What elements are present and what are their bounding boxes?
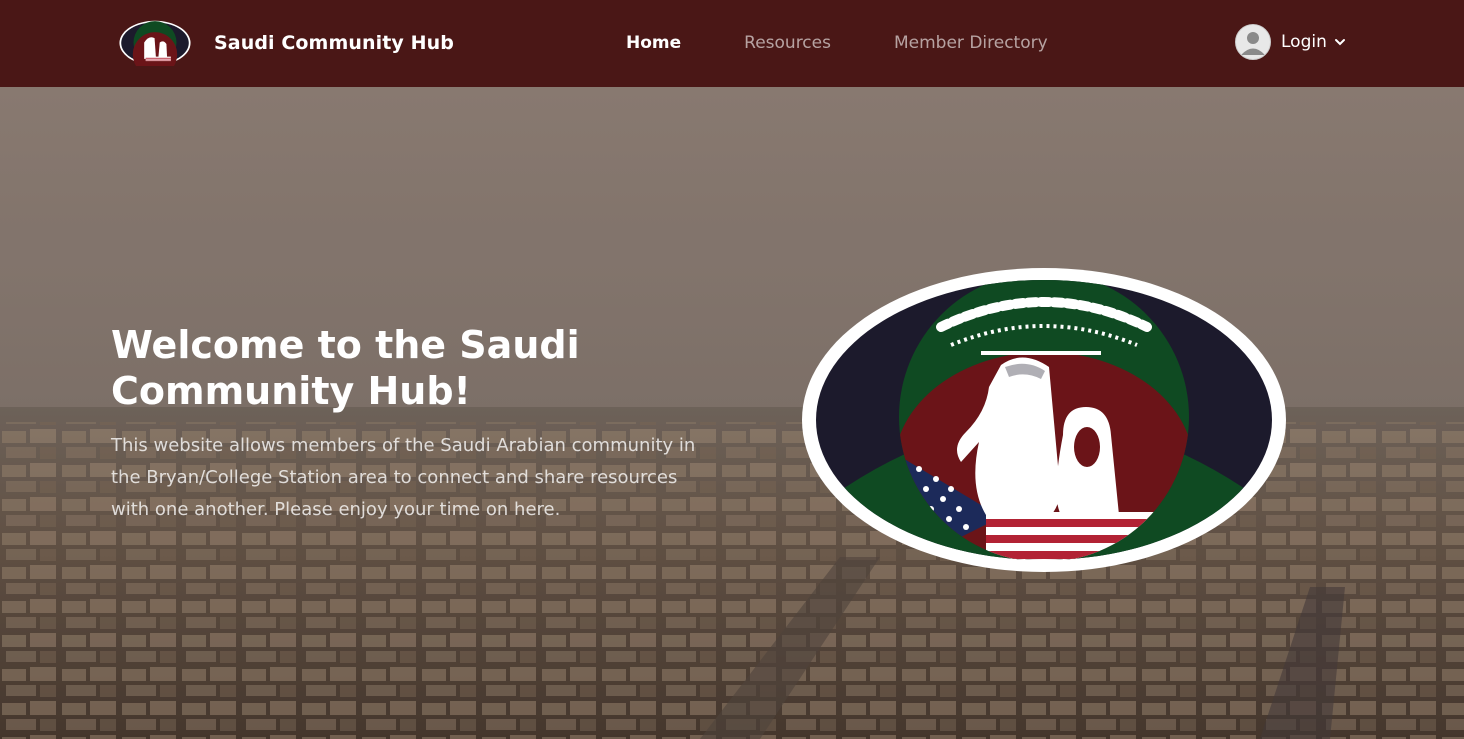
chevron-down-icon [1334,39,1345,46]
hero-title: Welcome to the Saudi Community Hub! [111,323,580,413]
community-emblem-icon [802,268,1286,572]
nav-resources-link[interactable]: Resources [744,33,831,53]
login-label: Login [1281,32,1327,52]
login-dropdown[interactable]: Login [1235,24,1346,60]
hero-text-block: Welcome to the Saudi Community Hub! This… [111,322,711,526]
top-navbar: Saudi Community Hub Home Resources Membe… [0,0,1464,87]
nav-member-directory-link[interactable]: Member Directory [894,33,1048,53]
brand-link[interactable]: Saudi Community Hub [119,19,454,67]
hero-description: This website allows members of the Saudi… [111,435,696,520]
community-logo-icon [119,20,191,66]
user-avatar-icon [1235,24,1271,60]
brand-name: Saudi Community Hub [214,32,454,54]
main-nav: Home Resources Member Directory [626,30,1111,56]
hero-section: Welcome to the Saudi Community Hub! This… [0,87,1464,739]
nav-home-link[interactable]: Home [626,33,681,53]
